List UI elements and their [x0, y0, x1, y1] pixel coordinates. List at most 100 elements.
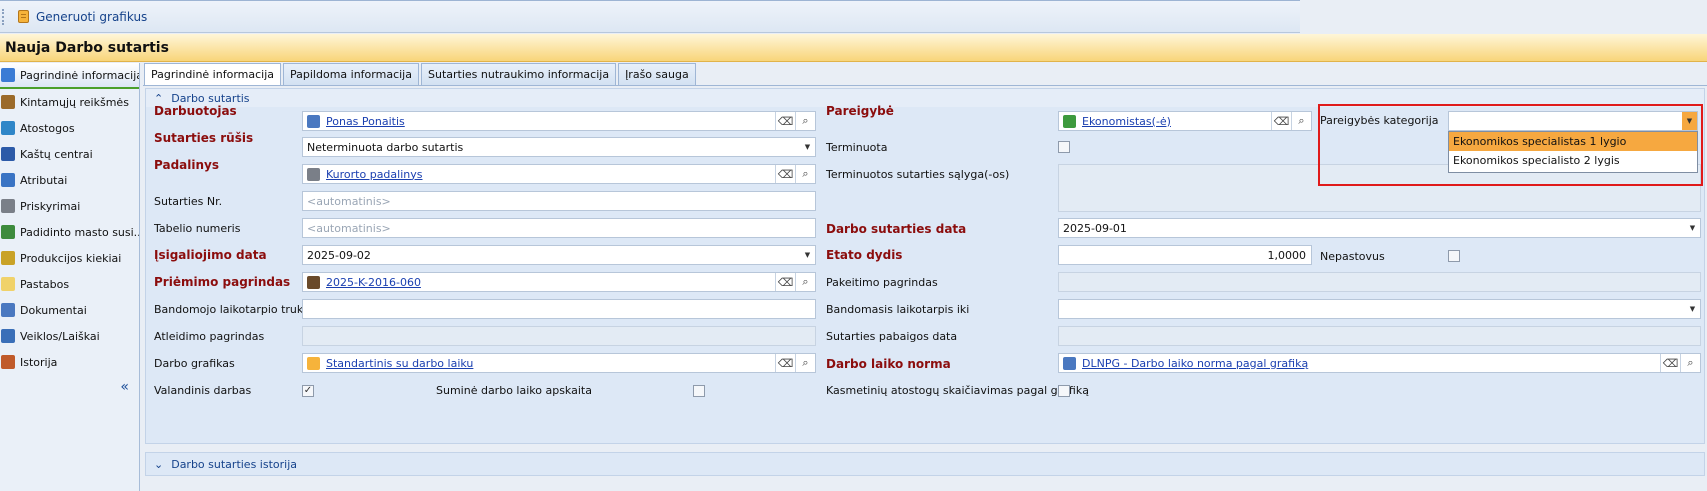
irregular-checkbox[interactable] — [1448, 250, 1460, 262]
sidebar-item-label: Atributai — [20, 173, 68, 187]
building-icon — [307, 167, 320, 181]
hourly-work-label: Valandinis darbas — [154, 384, 252, 397]
tab-number-input[interactable]: <automatinis> — [302, 218, 816, 238]
tab-record-security[interactable]: Įrašo sauga — [618, 63, 696, 85]
clear-icon[interactable]: ⌫ — [775, 354, 795, 372]
sidebar-item-label: Priskyrimai — [20, 199, 81, 213]
chevron-down-icon[interactable]: ▼ — [1685, 219, 1700, 237]
clear-icon[interactable]: ⌫ — [775, 165, 795, 183]
schedule-field[interactable]: Standartinis su darbo laiku ⌫ ⌕ — [302, 353, 816, 373]
window-titlebar: Nauja Darbo sutartis — [0, 34, 1707, 62]
sidebar-item-attributes[interactable]: Atributai — [0, 167, 139, 193]
clear-icon[interactable]: ⌫ — [775, 273, 795, 291]
fte-input[interactable]: 1,0000 — [1058, 245, 1312, 265]
sidebar-item-history[interactable]: Istorija — [0, 349, 139, 375]
sidebar-item-cost-centers[interactable]: Kaštų centrai — [0, 141, 139, 167]
chevron-down-icon[interactable]: ▼ — [1685, 300, 1700, 318]
search-icon[interactable]: ⌕ — [1680, 354, 1700, 372]
sidebar-item-variables[interactable]: Kintamųjų reikšmės — [0, 89, 139, 115]
tab-number-placeholder: <automatinis> — [307, 221, 391, 235]
summary-accounting-checkbox[interactable] — [693, 385, 705, 397]
fte-value: 1,0000 — [1267, 248, 1307, 262]
dropdown-option[interactable]: Ekonomikos specialisto 2 lygis — [1449, 151, 1697, 170]
toolbar-grip[interactable] — [2, 8, 6, 25]
fixed-term-checkbox[interactable] — [1058, 141, 1070, 153]
clear-icon[interactable]: ⌫ — [1271, 112, 1291, 130]
schedule-icon — [307, 356, 320, 370]
fte-label: Etato dydis — [826, 248, 903, 262]
sidebar-item-production[interactable]: Produkcijos kiekiai — [0, 245, 139, 271]
generate-schedules-button[interactable]: Generuoti grafikus — [14, 5, 151, 29]
generate-schedules-label: Generuoti grafikus — [36, 9, 148, 24]
vacation-calc-label: Kasmetinių atostogų skaičiavimas pagal g… — [826, 384, 1089, 397]
document-icon — [1, 303, 15, 317]
tab-termination-info[interactable]: Sutarties nutraukimo informacija — [420, 63, 617, 85]
chevron-down-icon[interactable]: ▼ — [800, 138, 815, 156]
effective-date-label: Įsigaliojimo data — [154, 248, 267, 262]
vacation-calc-checkbox[interactable] — [1058, 385, 1070, 397]
sidebar-item-assignments[interactable]: Priskyrimai — [0, 193, 139, 219]
database-icon — [1, 68, 15, 82]
work-norm-link[interactable]: DLNPG - Darbo laiko norma pagal grafiką — [1082, 357, 1308, 370]
fixed-term-condition-label: Terminuotos sutarties sąlyga(-os) — [826, 168, 1010, 181]
work-norm-label: Darbo laiko norma — [826, 357, 951, 371]
sidebar-item-extended-scale[interactable]: Padidinto masto susi... — [0, 219, 139, 245]
sidebar-item-label: Atostogos — [20, 121, 75, 135]
hire-basis-label: Priėmimo pagrindas — [154, 275, 291, 289]
schedule-link[interactable]: Standartinis su darbo laiku — [326, 357, 473, 370]
search-icon[interactable]: ⌕ — [795, 112, 815, 130]
search-icon[interactable]: ⌕ — [1291, 112, 1311, 130]
contract-date-label: Darbo sutarties data — [826, 222, 967, 236]
employee-link[interactable]: Ponas Ponaitis — [326, 115, 405, 128]
sidebar-item-notes[interactable]: Pastabos — [0, 271, 139, 297]
effective-date-value: 2025-09-02 — [307, 248, 371, 262]
grid-icon — [1, 225, 15, 239]
tab-main-info[interactable]: Pagrindinė informacija — [144, 63, 282, 86]
dropdown-option[interactable]: Ekonomikos specialistas 1 lygio — [1449, 132, 1697, 151]
sidebar-item-main-info[interactable]: Pagrindinė informacija — [0, 63, 139, 89]
contract-panel-header[interactable]: ⌃ Darbo sutartis — [146, 89, 1704, 107]
change-basis-label: Pakeitimo pagrindas — [826, 276, 938, 289]
employee-field[interactable]: Ponas Ponaitis ⌫ ⌕ — [302, 111, 816, 131]
collapse-up-icon: ⌃ — [154, 91, 164, 105]
sidebar-item-label: Pagrindinė informacija — [20, 68, 139, 82]
contract-type-select[interactable]: Neterminuota darbo sutartis ▼ — [302, 137, 816, 157]
search-icon[interactable]: ⌕ — [795, 165, 815, 183]
history-panel-title: Darbo sutarties istorija — [171, 457, 298, 471]
contract-type-label: Sutarties rūšis — [154, 131, 254, 145]
probation-until-input[interactable]: ▼ — [1058, 299, 1701, 319]
search-icon[interactable]: ⌕ — [795, 354, 815, 372]
unit-link[interactable]: Kurorto padalinys — [326, 168, 422, 181]
collapse-sidebar-icon[interactable]: « — [120, 379, 129, 395]
tab-strip: Pagrindinė informacija Papildoma informa… — [144, 63, 696, 86]
position-field[interactable]: Ekonomistas(-ė) ⌫ ⌕ — [1058, 111, 1312, 131]
probation-input[interactable] — [302, 299, 816, 319]
sidebar-item-vacations[interactable]: Atostogos — [0, 115, 139, 141]
effective-date-input[interactable]: 2025-09-02 ▼ — [302, 245, 816, 265]
clock-icon — [1, 355, 15, 369]
page-title: Nauja Darbo sutartis — [5, 40, 169, 56]
search-icon[interactable]: ⌕ — [795, 273, 815, 291]
box-icon — [1, 251, 15, 265]
hire-basis-field[interactable]: 2025-K-2016-060 ⌫ ⌕ — [302, 272, 816, 292]
history-panel-header[interactable]: ⌄ Darbo sutarties istorija — [145, 452, 1705, 476]
sidebar-item-activities[interactable]: Veiklos/Laiškai — [0, 323, 139, 349]
contract-number-input[interactable]: <automatinis> — [302, 191, 816, 211]
position-link[interactable]: Ekonomistas(-ė) — [1082, 115, 1171, 128]
position-category-select[interactable]: ▼ — [1448, 111, 1698, 131]
hourly-work-checkbox[interactable]: ✓ — [302, 385, 314, 397]
clear-icon[interactable]: ⌫ — [775, 112, 795, 130]
sidebar-item-documents[interactable]: Dokumentai — [0, 297, 139, 323]
sidebar-item-label: Veiklos/Laiškai — [20, 329, 100, 343]
contract-date-input[interactable]: 2025-09-01 ▼ — [1058, 218, 1701, 238]
chevron-down-icon[interactable]: ▼ — [1682, 112, 1697, 130]
hire-basis-link[interactable]: 2025-K-2016-060 — [326, 276, 421, 289]
clear-icon[interactable]: ⌫ — [1660, 354, 1680, 372]
chevron-down-icon[interactable]: ▼ — [800, 246, 815, 264]
tab-additional-info[interactable]: Papildoma informacija — [283, 63, 419, 85]
unit-field[interactable]: Kurorto padalinys ⌫ ⌕ — [302, 164, 816, 184]
schedule-icon — [18, 10, 29, 23]
position-category-dropdown: Ekonomikos specialistas 1 lygio Ekonomik… — [1448, 131, 1698, 173]
recycle-icon — [1063, 114, 1076, 128]
work-norm-field[interactable]: DLNPG - Darbo laiko norma pagal grafiką … — [1058, 353, 1701, 373]
